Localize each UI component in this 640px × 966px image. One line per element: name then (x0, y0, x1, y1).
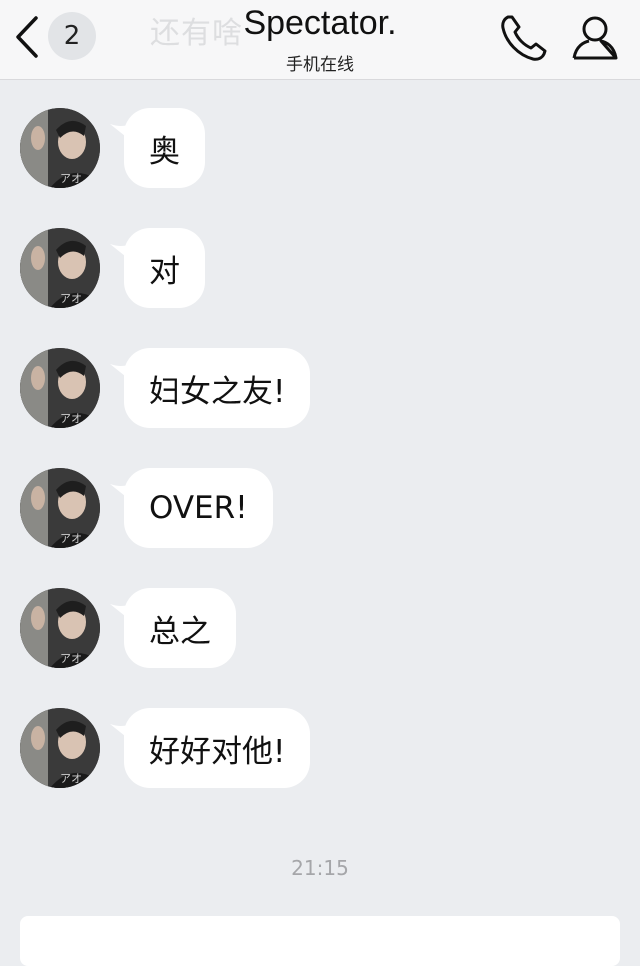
message-bubble[interactable]: 对 (124, 228, 205, 308)
avatar[interactable]: アオ (20, 108, 100, 188)
avatar[interactable]: アオ (20, 228, 100, 308)
profile-icon[interactable] (570, 12, 620, 64)
avatar-lettering: アオ (60, 412, 82, 425)
phone-call-icon[interactable] (498, 12, 550, 64)
avatar-lettering: アオ (60, 652, 82, 665)
message-timestamp: 21:15 (291, 856, 349, 880)
avatar-photo-icon: アオ (20, 468, 100, 548)
avatar[interactable]: アオ (20, 468, 100, 548)
avatar-photo-icon: アオ (20, 108, 100, 188)
message-bubble[interactable]: 妇女之友! (124, 348, 311, 428)
avatar[interactable]: アオ (20, 588, 100, 668)
avatar-photo-icon: アオ (20, 348, 100, 428)
avatar-lettering: アオ (60, 532, 82, 545)
message-bubble[interactable]: OVER! (124, 468, 273, 548)
message-row: アオ 奥 (0, 108, 640, 190)
message-input[interactable] (20, 916, 620, 966)
message-row: アオ OVER! (0, 468, 640, 550)
avatar-lettering: アオ (60, 172, 82, 185)
message-row: アオ 好好对他! (0, 708, 640, 790)
message-bubble[interactable]: 总之 (124, 588, 236, 668)
avatar-photo-icon: アオ (20, 228, 100, 308)
avatar-photo-icon: アオ (20, 588, 100, 668)
message-bubble[interactable]: 奥 (124, 108, 205, 188)
avatar[interactable]: アオ (20, 708, 100, 788)
chat-header: 还有啥 2 Spectator. 手机在线 (0, 0, 640, 80)
message-row: アオ 妇女之友! (0, 348, 640, 430)
message-bubble[interactable]: 好好对他! (124, 708, 311, 788)
message-row: アオ 对 (0, 228, 640, 310)
avatar-lettering: アオ (60, 772, 82, 785)
avatar-lettering: アオ (60, 292, 82, 305)
avatar[interactable]: アオ (20, 348, 100, 428)
avatar-photo-icon: アオ (20, 708, 100, 788)
message-row: アオ 总之 (0, 588, 640, 670)
